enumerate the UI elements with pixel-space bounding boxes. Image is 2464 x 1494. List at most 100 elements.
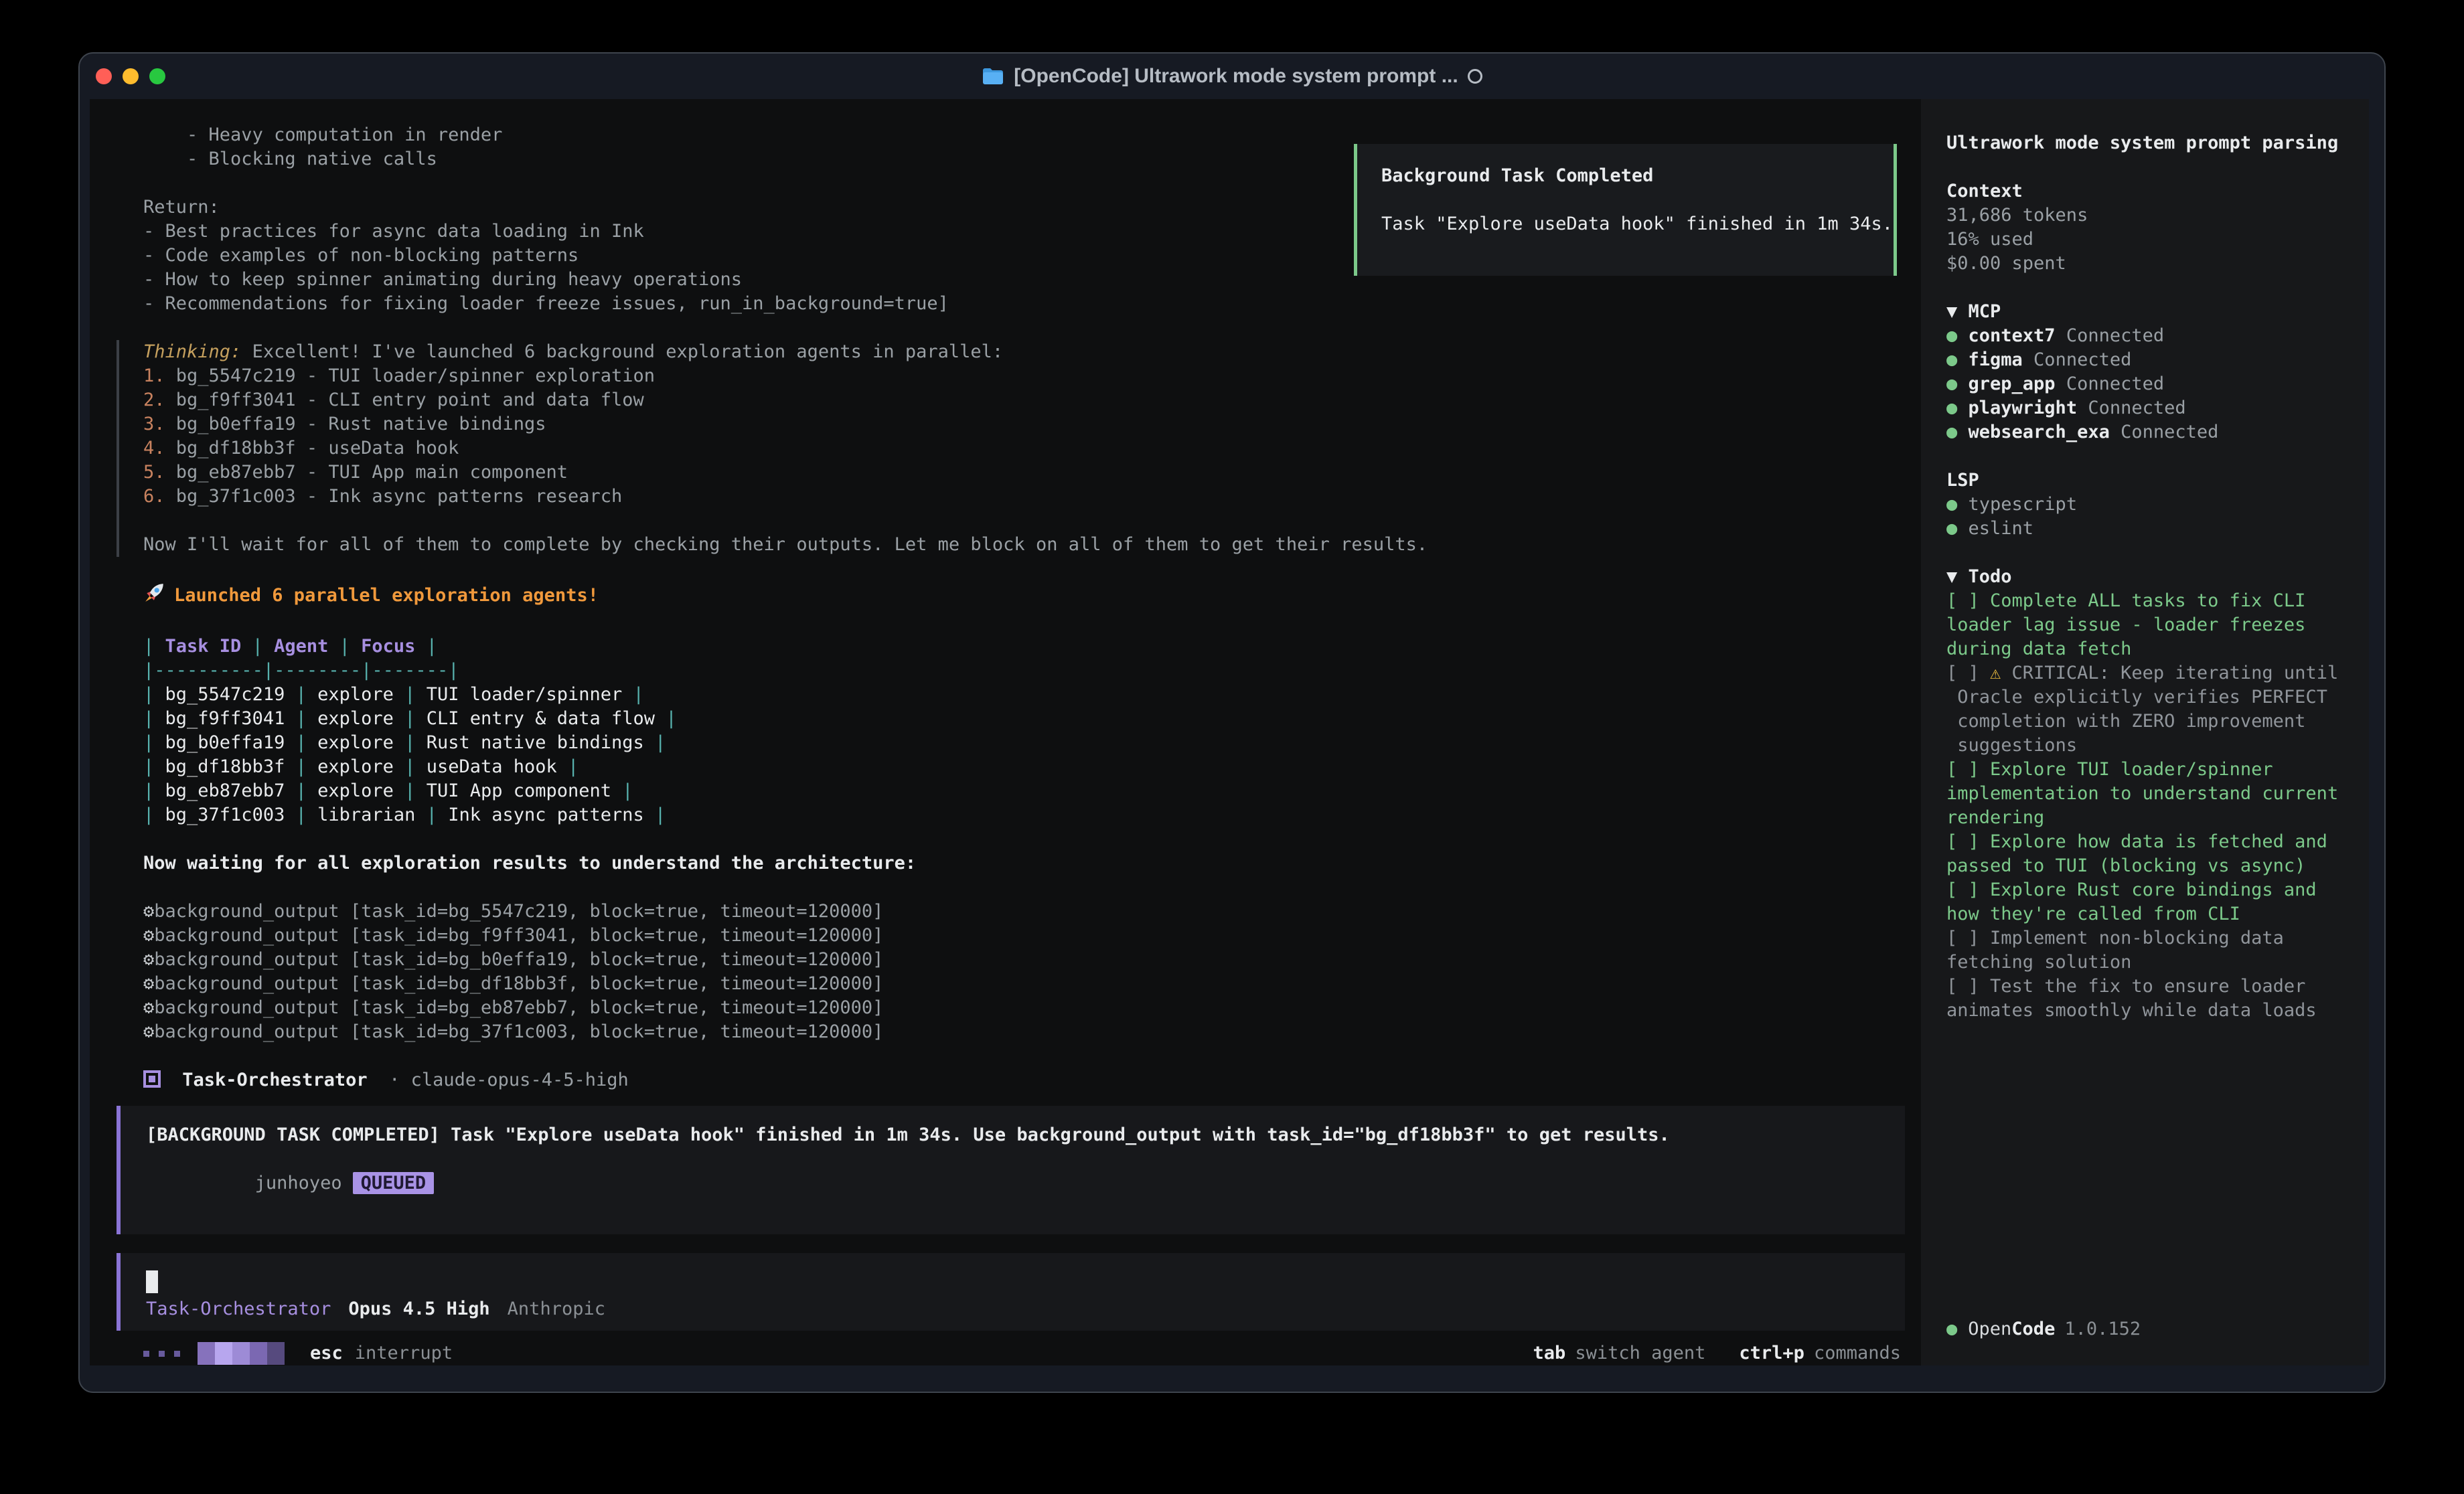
todo-section: ▼ Todo [ ] Complete ALL tasks to fix CLI… xyxy=(1946,565,2349,1023)
thinking-block: Thinking: Excellent! I've launched 6 bac… xyxy=(117,340,1894,557)
thinking-outro-line: Now I'll wait for all of them to complet… xyxy=(143,533,1894,557)
tool-call-line: ⚙background_output [task_id=bg_b0effa19,… xyxy=(143,948,1894,972)
online-dot-icon: ● xyxy=(1946,1317,1957,1341)
esc-action-label: interrupt xyxy=(355,1341,453,1365)
table-row: | bg_37f1c003 | librarian | Ink async pa… xyxy=(143,803,1894,827)
mcp-item: ● grep_app Connected xyxy=(1946,372,2349,396)
lsp-list: ● typescript● eslint xyxy=(1946,493,2349,541)
lsp-section: LSP ● typescript● eslint xyxy=(1946,469,2349,541)
thinking-item-line: 6. bg_37f1c003 - Ink async patterns rese… xyxy=(143,485,1894,509)
todo-item: [ ] Explore TUI loader/spinner implement… xyxy=(1946,758,2349,830)
background-task-toast[interactable]: Background Task Completed Task "Explore … xyxy=(1354,144,1897,276)
tool-call-line: ⚙background_output [task_id=bg_f9ff3041,… xyxy=(143,924,1894,948)
brand-name-code: Code xyxy=(2011,1317,2055,1341)
gear-icon: ⚙ xyxy=(143,973,154,994)
todo-item: [ ] ⚠ CRITICAL: Keep iterating until Ora… xyxy=(1946,661,2349,758)
lsp-name: eslint xyxy=(1969,518,2034,539)
green-dot-icon: ● xyxy=(1946,518,1969,539)
ctrlp-action-label: commands xyxy=(1814,1341,1901,1365)
todo-list: [ ] Complete ALL tasks to fix CLI loader… xyxy=(1946,589,2349,1023)
tool-call-text: background_output [task_id=bg_5547c219, … xyxy=(154,901,883,922)
mcp-name: grep_app xyxy=(1969,374,2056,394)
blank-line xyxy=(143,557,1894,581)
tool-call-text: background_output [task_id=bg_b0effa19, … xyxy=(154,949,883,970)
launch-line: Launched 6 parallel exploration agents! xyxy=(143,581,1894,610)
table-separator-row: |----------|--------|-------| xyxy=(143,659,1894,683)
green-dot-icon: ● xyxy=(1946,325,1969,346)
green-dot-icon: ● xyxy=(1946,398,1969,418)
mcp-status: Connected xyxy=(2056,325,2165,346)
zoom-button[interactable] xyxy=(149,68,165,84)
green-dot-icon: ● xyxy=(1946,422,1969,442)
toast-title: Background Task Completed xyxy=(1381,164,1894,188)
thinking-item-line: 1. bg_5547c219 - TUI loader/spinner expl… xyxy=(143,364,1894,388)
background-task-message[interactable]: [BACKGROUND TASK COMPLETED] Task "Explor… xyxy=(117,1106,1905,1234)
terminal-window: [OpenCode] Ultrawork mode system prompt … xyxy=(78,52,2386,1393)
green-dot-icon: ● xyxy=(1946,349,1969,370)
table-row: | bg_b0effa19 | explore | Rust native bi… xyxy=(143,731,1894,755)
folder-icon xyxy=(982,67,1004,86)
minimize-button[interactable] xyxy=(123,68,139,84)
composer-provider: Anthropic xyxy=(508,1297,605,1321)
table-row: | bg_f9ff3041 | explore | CLI entry & da… xyxy=(143,707,1894,731)
context-section: Context 31,686 tokens 16% used $0.00 spe… xyxy=(1946,179,2349,276)
agent-model: · claude-opus-4-5-high xyxy=(368,1070,629,1090)
desktop: { "colors": { "dim": "#9aa0a5", "accent-… xyxy=(0,0,2464,1494)
tab-action-label: switch agent xyxy=(1575,1341,1705,1365)
tool-call-line: ⚙background_output [task_id=bg_df18bb3f,… xyxy=(143,972,1894,996)
table-row: | bg_5547c219 | explore | TUI loader/spi… xyxy=(143,683,1894,707)
sidebar: Ultrawork mode system prompt parsing Con… xyxy=(1921,99,2369,1365)
ctrlp-key-hint: ctrl+p xyxy=(1739,1341,1804,1365)
thinking-item-line: 4. bg_df18bb3f - useData hook xyxy=(143,436,1894,461)
tool-call-line: ⚙background_output [task_id=bg_eb87ebb7,… xyxy=(143,996,1894,1020)
composer-model[interactable]: Opus 4.5 High xyxy=(348,1297,489,1321)
thinking-item-line: 2. bg_f9ff3041 - CLI entry point and dat… xyxy=(143,388,1894,412)
toast-spacer xyxy=(1381,188,1894,212)
todo-item: [ ] Explore how data is fetched and pass… xyxy=(1946,830,2349,878)
composer-agent[interactable]: Task-Orchestrator xyxy=(146,1297,331,1321)
thinking-item-line: 5. bg_eb87ebb7 - TUI App main component xyxy=(143,461,1894,485)
blank-line xyxy=(143,610,1894,635)
transcript-line: - Recommendations for fixing loader free… xyxy=(143,292,1894,316)
gear-icon: ⚙ xyxy=(143,997,154,1018)
chevron-down-icon: ▼ xyxy=(1946,566,1969,587)
status-left: esc interrupt xyxy=(143,1341,453,1365)
gear-icon: ⚙ xyxy=(143,901,154,922)
tab-key-hint: tab xyxy=(1533,1341,1566,1365)
mcp-status: Connected xyxy=(2110,422,2219,442)
agent-name: Task-Orchestrator xyxy=(171,1070,368,1090)
blank-line xyxy=(143,509,1894,533)
mcp-list: ● context7 Connected● figma Connected● g… xyxy=(1946,324,2349,444)
rocket-icon xyxy=(143,581,166,610)
warning-icon: ⚠ xyxy=(1990,663,2001,683)
window-title-group: [OpenCode] Ultrawork mode system prompt … xyxy=(982,64,1482,88)
mcp-status: Connected xyxy=(2056,374,2165,394)
close-button[interactable] xyxy=(96,68,112,84)
mcp-heading[interactable]: ▼ MCP xyxy=(1946,300,2349,324)
gear-icon: ⚙ xyxy=(143,949,154,970)
tool-call-text: background_output [task_id=bg_eb87ebb7, … xyxy=(154,997,883,1018)
lsp-item: ● typescript xyxy=(1946,493,2349,517)
todo-heading[interactable]: ▼ Todo xyxy=(1946,565,2349,589)
context-tokens: 31,686 tokens xyxy=(1946,203,2349,228)
green-dot-icon: ● xyxy=(1946,494,1969,515)
todo-item: [ ] Implement non-blocking data fetching… xyxy=(1946,926,2349,975)
text-cursor xyxy=(146,1270,158,1293)
window-title: [OpenCode] Ultrawork mode system prompt … xyxy=(1014,64,1458,88)
blank-line xyxy=(143,1044,1894,1068)
status-right: tab switch agent ctrl+p commands xyxy=(1533,1341,1901,1365)
blank-line xyxy=(143,827,1894,851)
table-header-row: | Task ID | Agent | Focus | xyxy=(143,635,1894,659)
composer-input[interactable]: Task-Orchestrator Opus 4.5 High Anthropi… xyxy=(117,1253,1905,1331)
mcp-status: Connected xyxy=(2077,398,2186,418)
mcp-status: Connected xyxy=(2023,349,2132,370)
mcp-name: playwright xyxy=(1969,398,2078,418)
mcp-item: ● playwright Connected xyxy=(1946,396,2349,420)
lsp-heading: LSP xyxy=(1946,469,2349,493)
status-bar: esc interrupt tab switch agent ctrl+p co… xyxy=(90,1341,1921,1365)
chevron-down-icon: ▼ xyxy=(1946,301,1969,322)
agent-square-icon xyxy=(143,1070,161,1088)
titlebar: [OpenCode] Ultrawork mode system prompt … xyxy=(80,54,2384,99)
mcp-item: ● context7 Connected xyxy=(1946,324,2349,348)
message-meta: junhoyeoQUEUED xyxy=(146,1147,1905,1220)
